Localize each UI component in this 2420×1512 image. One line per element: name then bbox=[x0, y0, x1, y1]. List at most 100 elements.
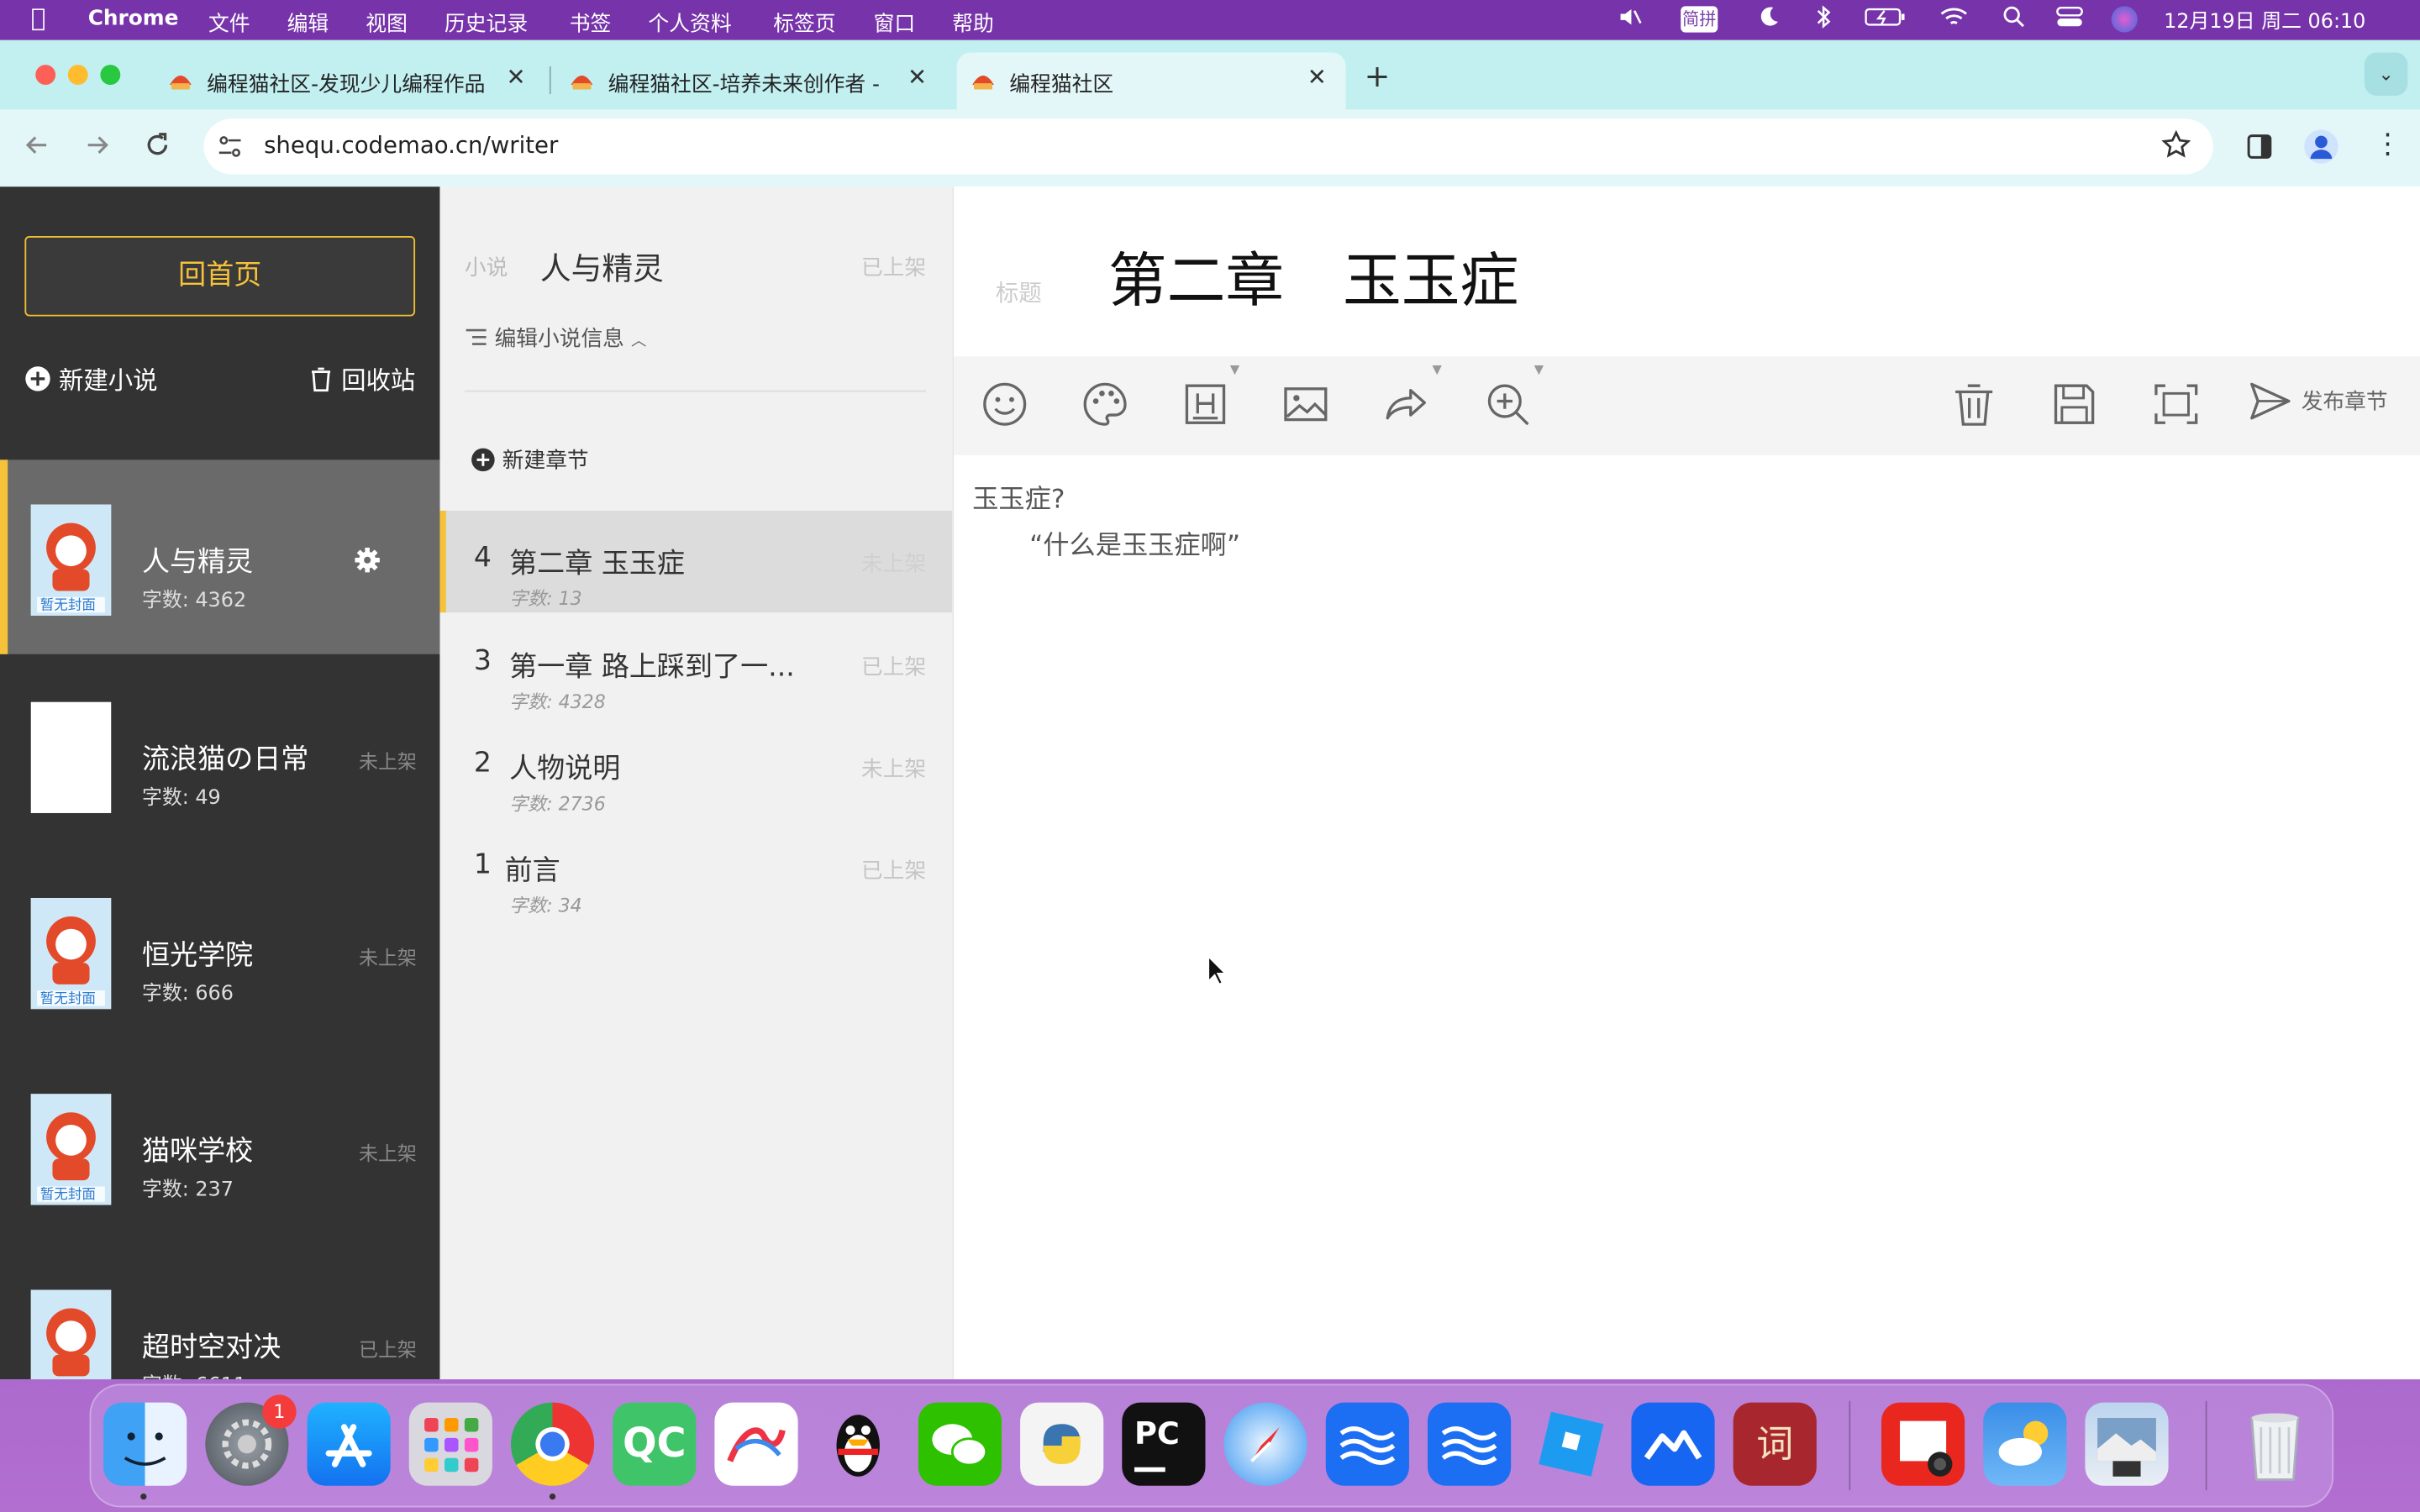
edit-novel-info-toggle[interactable]: 编辑小说信息 ︿ bbox=[465, 323, 646, 354]
side-panel-icon[interactable] bbox=[2245, 133, 2273, 166]
tab-search-chevron-icon[interactable]: ⌄ bbox=[2364, 52, 2408, 96]
chapter-item-selected[interactable]: 4 第二章 玉玉症 字数: 13 未上架 bbox=[439, 510, 953, 613]
battery-icon[interactable] bbox=[1865, 5, 1907, 36]
menu-history[interactable]: 历史记录 bbox=[445, 6, 528, 37]
menu-profile[interactable]: 个人资料 bbox=[648, 6, 731, 37]
chapter-item[interactable]: 2 人物说明 字数: 2736 未上架 bbox=[439, 716, 952, 817]
python-idle-icon[interactable] bbox=[1020, 1402, 1104, 1486]
wifi-icon[interactable] bbox=[1939, 5, 1970, 36]
lanhu-icon[interactable] bbox=[1325, 1402, 1409, 1486]
zoom-window-button[interactable] bbox=[100, 65, 121, 86]
novel-item[interactable]: 暂无封面 恒光学院 字数: 666 未上架 bbox=[0, 853, 439, 1047]
roblox-studio-icon[interactable] bbox=[1529, 1403, 1612, 1486]
menu-help[interactable]: 帮助 bbox=[952, 6, 994, 37]
menu-tab[interactable]: 标签页 bbox=[773, 6, 835, 37]
dock: 1 QC PC 词 bbox=[89, 1383, 2334, 1508]
new-novel-button[interactable]: 新建小说 bbox=[24, 360, 158, 396]
menu-bookmarks[interactable]: 书签 bbox=[570, 6, 612, 37]
image-icon[interactable] bbox=[1280, 378, 1332, 430]
mouse-cursor-icon bbox=[1207, 954, 1228, 992]
back-arrow-icon[interactable] bbox=[22, 129, 53, 168]
recycle-bin-button[interactable]: 回收站 bbox=[308, 360, 415, 396]
minimize-window-button[interactable] bbox=[67, 65, 88, 86]
address-bar[interactable]: shequ.codemao.cn/writer bbox=[203, 118, 2213, 175]
photo-booth-icon[interactable] bbox=[1881, 1402, 1965, 1486]
menu-window[interactable]: 窗口 bbox=[874, 6, 916, 37]
emoji-icon[interactable] bbox=[978, 378, 1030, 430]
novel-item[interactable]: 超时空对决 字数: 6611 已上架 bbox=[0, 1245, 439, 1380]
chapter-title-input[interactable]: 第二章 玉玉症 bbox=[1108, 233, 1519, 318]
menubar-datetime[interactable]: 12月19日 周二 06:10 bbox=[2164, 5, 2365, 34]
home-button[interactable]: 回首页 bbox=[24, 236, 416, 317]
chapter-item[interactable]: 3 第一章 路上踩到了一... 字数: 4328 已上架 bbox=[439, 614, 952, 716]
tab-3-active[interactable]: 编程猫社区 ✕ bbox=[956, 52, 1346, 110]
dropdown-caret-icon[interactable]: ▼ bbox=[1432, 363, 1441, 377]
site-info-icon[interactable] bbox=[216, 133, 244, 166]
app-store-icon[interactable] bbox=[307, 1402, 391, 1486]
delete-trash-icon[interactable] bbox=[1948, 378, 2000, 430]
tab-2[interactable]: 编程猫社区-培养未来创作者 - ✕ bbox=[555, 52, 941, 109]
spotlight-search-icon[interactable] bbox=[2002, 5, 2026, 36]
bluetooth-icon[interactable] bbox=[1815, 5, 1833, 36]
forward-arrow-icon[interactable] bbox=[82, 129, 113, 168]
control-center-icon[interactable] bbox=[2056, 5, 2084, 36]
input-method-indicator[interactable]: 简拼 bbox=[1681, 6, 1718, 33]
tab-1-close-icon[interactable]: ✕ bbox=[506, 63, 525, 91]
launchpad-icon[interactable] bbox=[408, 1402, 492, 1486]
preview-icon[interactable] bbox=[2085, 1402, 2169, 1486]
bookmark-star-icon[interactable] bbox=[2160, 129, 2191, 166]
dictionary-icon[interactable]: 词 bbox=[1733, 1402, 1817, 1486]
save-floppy-icon[interactable] bbox=[2048, 378, 2100, 430]
chapter-item[interactable]: 1 前言 字数: 34 已上架 bbox=[439, 817, 952, 919]
chrome-icon[interactable] bbox=[510, 1402, 595, 1486]
publish-chapter-button[interactable]: 发布章节 bbox=[2247, 378, 2388, 430]
freeform-icon[interactable] bbox=[714, 1402, 798, 1486]
menu-app-name[interactable]: Chrome bbox=[88, 6, 179, 30]
pycharm-icon[interactable]: PC bbox=[1122, 1402, 1206, 1486]
new-chapter-button[interactable]: 新建章节 bbox=[471, 444, 589, 475]
novel-name: 超时空对决 bbox=[141, 1331, 281, 1364]
gear-icon[interactable] bbox=[354, 546, 381, 580]
new-tab-plus-icon[interactable]: + bbox=[1365, 57, 1391, 94]
qc-app-icon[interactable]: QC bbox=[613, 1402, 697, 1486]
close-window-button[interactable] bbox=[35, 65, 56, 86]
pycharm-label: PC bbox=[1134, 1415, 1180, 1452]
url-text[interactable]: shequ.codemao.cn/writer bbox=[264, 131, 558, 159]
safari-compass-icon[interactable] bbox=[1223, 1402, 1307, 1486]
tab-2-close-icon[interactable]: ✕ bbox=[908, 63, 927, 91]
tab-1[interactable]: 编程猫社区-发现少儿编程作品 ✕ bbox=[155, 52, 540, 109]
kebab-menu-icon[interactable]: ⋮ bbox=[2374, 128, 2402, 160]
trash-icon bbox=[308, 365, 341, 395]
novel-item[interactable]: 暂无封面 猫咪学校 字数: 237 未上架 bbox=[0, 1049, 439, 1243]
wechat-icon[interactable] bbox=[918, 1402, 1002, 1486]
zoom-in-icon[interactable] bbox=[1481, 378, 1534, 430]
menu-file[interactable]: 文件 bbox=[208, 6, 250, 37]
heading-icon[interactable] bbox=[1179, 378, 1231, 430]
dropdown-caret-icon[interactable]: ▼ bbox=[1230, 363, 1239, 377]
cover-placeholder-text: 暂无封面 bbox=[39, 1188, 96, 1204]
profile-avatar-icon[interactable] bbox=[2304, 129, 2338, 164]
qq-penguin-icon[interactable] bbox=[817, 1403, 900, 1486]
fullscreen-icon[interactable] bbox=[2150, 378, 2202, 430]
finder-icon[interactable] bbox=[103, 1402, 187, 1486]
palette-icon[interactable] bbox=[1079, 378, 1131, 430]
chapter-content-area[interactable]: 玉玉症? “什么是玉玉症啊” bbox=[972, 477, 2392, 570]
menu-edit[interactable]: 编辑 bbox=[287, 6, 329, 37]
content-line: 玉玉症? bbox=[972, 484, 1065, 516]
share-arrow-icon[interactable] bbox=[1380, 378, 1432, 430]
mute-icon[interactable] bbox=[1618, 5, 1642, 36]
weather-icon[interactable] bbox=[1983, 1402, 2067, 1486]
novel-item-selected[interactable]: 暂无封面 人与精灵 字数: 4362 bbox=[0, 459, 440, 654]
moon-icon[interactable] bbox=[1756, 5, 1781, 36]
new-chapter-label: 新建章节 bbox=[502, 449, 589, 474]
dropdown-caret-icon[interactable]: ▼ bbox=[1534, 363, 1544, 377]
tab-3-close-icon[interactable]: ✕ bbox=[1307, 63, 1327, 91]
novel-item[interactable]: 流浪猫の日常 字数: 49 未上架 bbox=[0, 657, 439, 851]
lanhu-alt-icon[interactable] bbox=[1427, 1402, 1512, 1486]
trash-bin-icon[interactable] bbox=[2233, 1403, 2317, 1486]
reload-icon[interactable] bbox=[142, 129, 173, 168]
apple-icon[interactable]:  bbox=[31, 3, 46, 33]
feishu-lark-icon[interactable] bbox=[1631, 1402, 1715, 1486]
menu-view[interactable]: 视图 bbox=[366, 6, 408, 37]
siri-icon[interactable] bbox=[2111, 6, 2138, 33]
